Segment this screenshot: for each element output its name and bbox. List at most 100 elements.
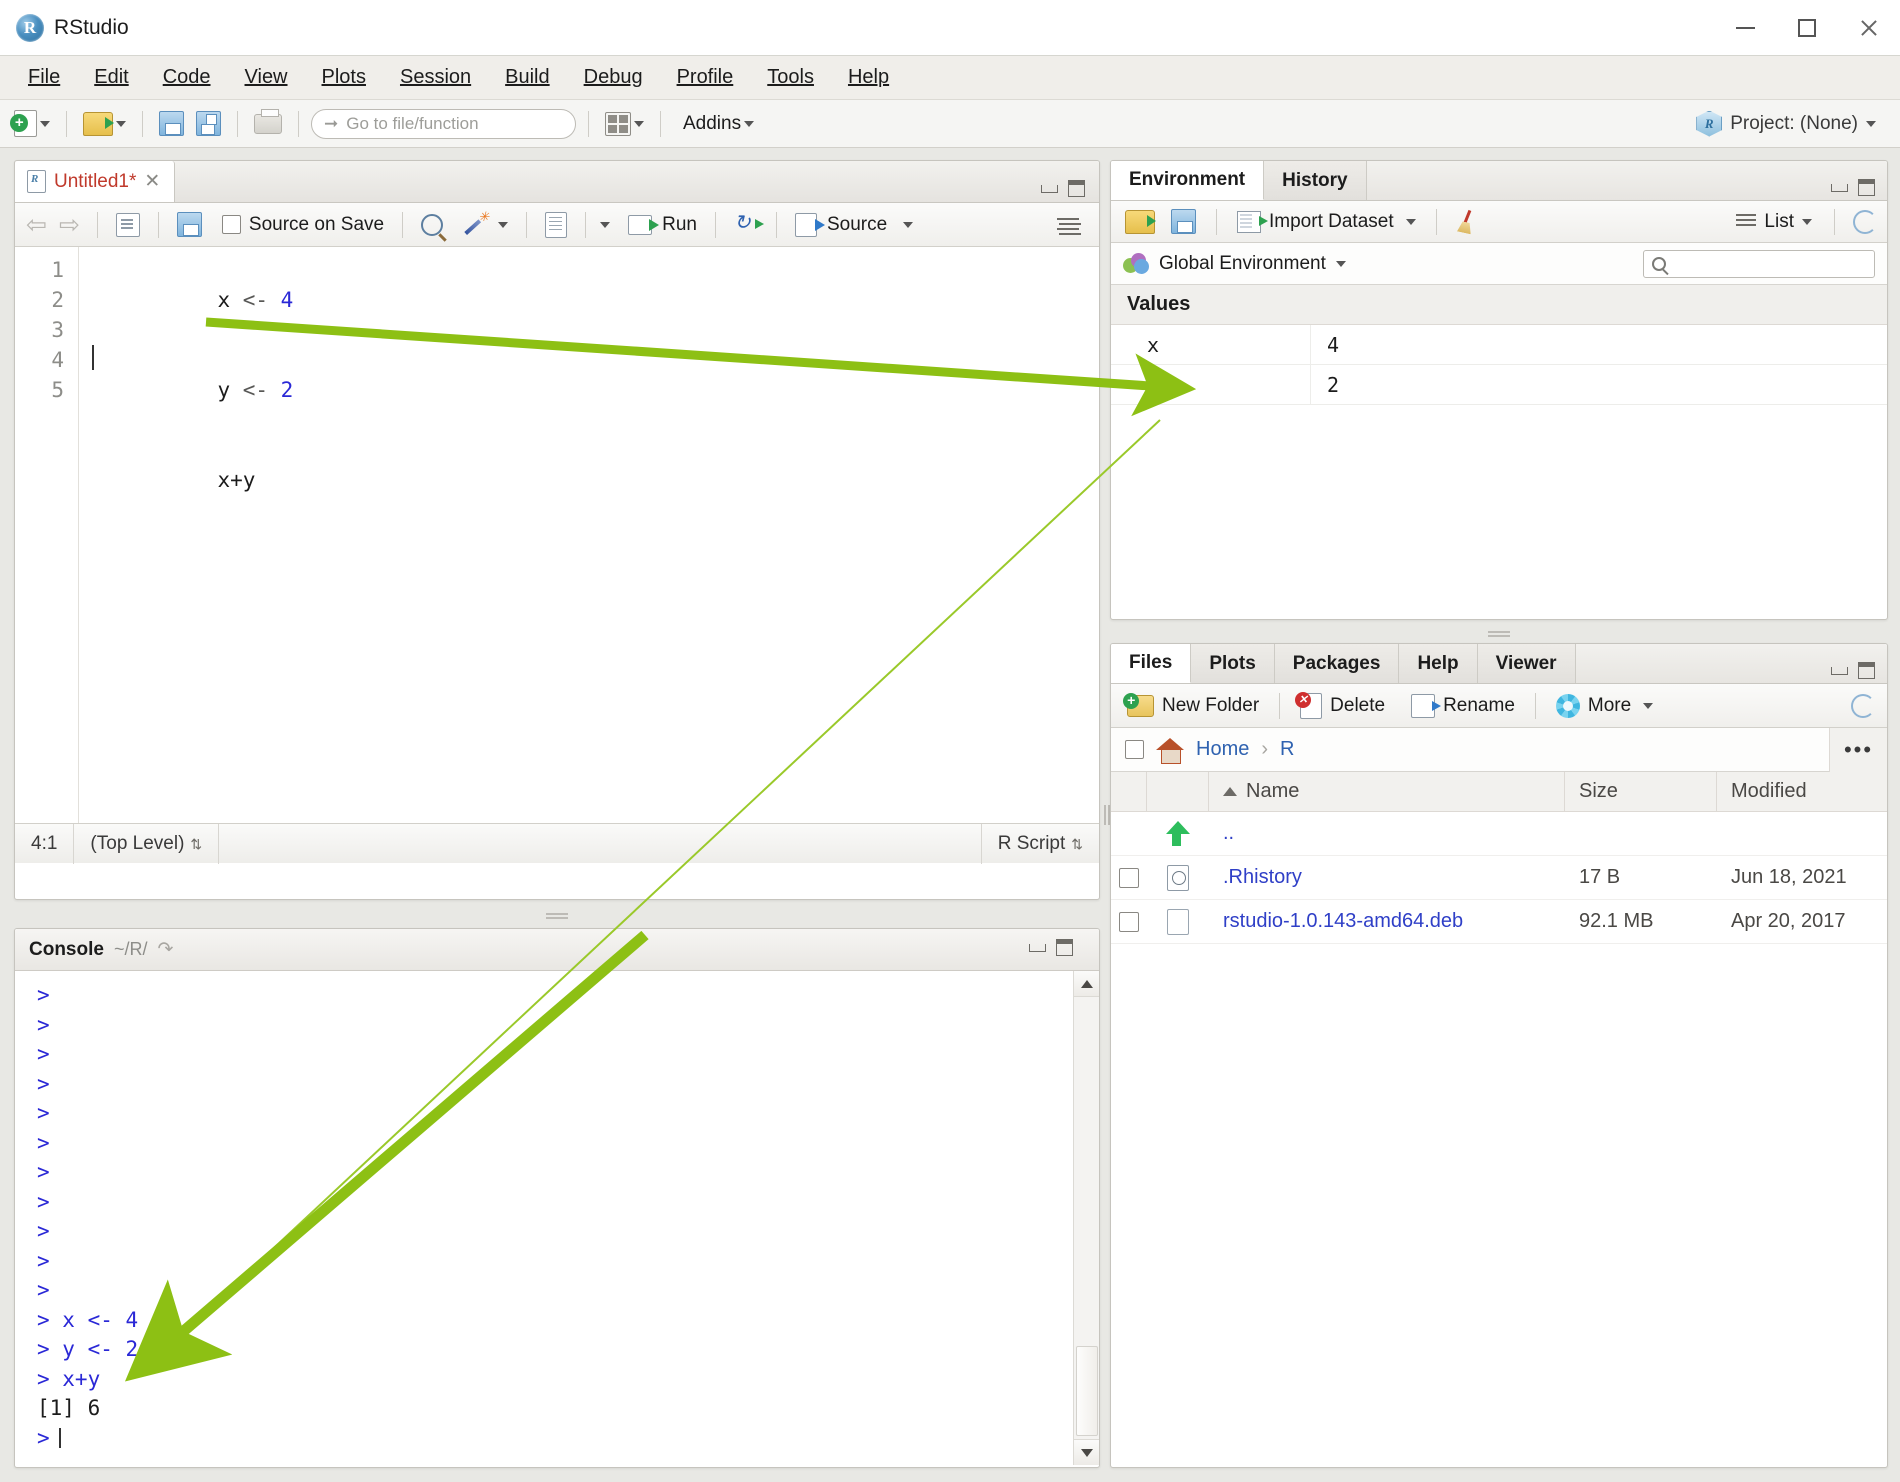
tab-environment[interactable]: Environment [1111,161,1265,200]
row-checkbox-cell[interactable] [1111,867,1147,888]
rename-button[interactable]: Rename [1407,692,1519,720]
new-file-button[interactable] [10,108,54,139]
minimize-pane-icon[interactable] [1831,666,1848,675]
home-icon[interactable] [1156,737,1184,764]
row-checkbox-cell[interactable] [1111,911,1147,932]
table-row[interactable]: .Rhistory 17 B Jun 18, 2021 [1111,856,1887,900]
tab-history[interactable]: History [1264,161,1367,200]
menu-view[interactable]: View [231,62,302,93]
tab-viewer[interactable]: Viewer [1477,644,1576,683]
tab-help[interactable]: Help [1399,644,1478,683]
editor-tab-untitled1[interactable]: Untitled1* ✕ [15,161,176,202]
menu-profile[interactable]: Profile [663,62,748,93]
find-replace-button[interactable] [417,212,447,238]
compile-report-button[interactable] [541,210,571,240]
menu-tools[interactable]: Tools [753,62,828,93]
tab-plots[interactable]: Plots [1191,644,1275,683]
run-button[interactable]: Run [624,212,701,238]
workspace-panes-button[interactable] [601,110,648,138]
load-workspace-button[interactable] [1121,208,1159,236]
document-outline-icon[interactable] [1057,216,1081,234]
forward-arrow-icon[interactable]: ⇨ [56,210,83,240]
save-button[interactable] [155,109,188,138]
more-button[interactable]: More [1552,692,1657,720]
row-checkbox[interactable] [1119,867,1139,888]
close-window-button[interactable] [1838,0,1900,56]
show-in-new-window-button[interactable] [112,211,144,239]
breadcrumb-item-r[interactable]: R [1280,738,1294,761]
maximize-window-button[interactable] [1776,0,1838,56]
menu-session[interactable]: Session [386,62,485,93]
editor-console-splitter[interactable] [14,904,1100,924]
project-selector[interactable]: R Project: (None) [1696,110,1890,137]
console-body[interactable]: > > > > > > > > > > > > x <- 4 > y <- 2 … [15,971,1099,1465]
table-row[interactable]: .. [1111,812,1887,856]
minimize-pane-icon[interactable] [1831,183,1848,192]
rerun-button[interactable] [730,210,764,238]
clear-workspace-button[interactable] [1453,208,1483,236]
editor-code-area[interactable]: x <- 4 y <- 2 x+y [79,247,1099,823]
save-all-button[interactable] [192,109,225,138]
editor-tab-label: Untitled1* [54,170,137,192]
scroll-up-button[interactable] [1074,971,1099,997]
source-button[interactable]: Source [791,211,917,239]
tab-files[interactable]: Files [1111,644,1192,683]
maximize-pane-icon[interactable] [1056,939,1073,956]
column-splitter[interactable] [1100,160,1110,1470]
maximize-pane-icon[interactable] [1068,180,1085,197]
maximize-pane-icon[interactable] [1858,179,1875,196]
files-col-name[interactable]: Name [1209,771,1565,812]
menu-build[interactable]: Build [491,62,563,93]
menu-file[interactable]: File [14,62,74,93]
open-file-button[interactable] [79,110,130,138]
new-folder-button[interactable]: New Folder [1123,692,1263,719]
tab-packages[interactable]: Packages [1274,644,1400,683]
editor-save-button[interactable] [173,210,206,239]
minimize-window-button[interactable] [1714,0,1776,56]
goto-file-function-input[interactable]: ➞ Go to file/function [311,108,576,139]
menu-edit[interactable]: Edit [80,62,142,93]
chevron-down-icon[interactable] [600,221,611,228]
menu-code[interactable]: Code [149,62,225,93]
console-scrollbar[interactable] [1073,971,1099,1465]
row-checkbox[interactable] [1119,911,1139,932]
menu-help[interactable]: Help [834,62,903,93]
breadcrumb-more-button[interactable]: ••• [1829,727,1887,772]
minimize-pane-icon[interactable] [1029,943,1046,952]
environment-value-row[interactable]: y 2 [1111,365,1887,405]
popout-console-icon[interactable]: ↷ [157,938,173,961]
file-type-selector[interactable]: R Script ⇅ [980,823,1099,864]
row-name[interactable]: .. [1209,822,1565,845]
row-name[interactable]: .Rhistory [1209,866,1565,889]
environment-scope-label[interactable]: Global Environment [1159,253,1326,275]
import-dataset-button[interactable]: Import Dataset [1233,209,1420,235]
select-all-checkbox[interactable] [1125,740,1144,759]
menu-debug[interactable]: Debug [570,62,657,93]
addins-button[interactable]: Addins [673,111,758,137]
minimize-pane-icon[interactable] [1041,184,1058,193]
scroll-down-button[interactable] [1074,1439,1099,1465]
scrollbar-thumb[interactable] [1076,1346,1098,1436]
files-col-size[interactable]: Size [1565,771,1717,812]
row-name[interactable]: rstudio-1.0.143-amd64.deb [1209,910,1565,933]
environment-value-row[interactable]: x 4 [1111,325,1887,365]
environment-files-splitter[interactable] [1110,623,1888,641]
close-tab-icon[interactable]: ✕ [144,170,160,193]
environment-search-input[interactable] [1643,249,1875,278]
delete-button[interactable]: Delete [1295,691,1389,721]
refresh-icon[interactable] [1853,209,1877,234]
scope-selector[interactable]: (Top Level) ⇅ [74,823,220,864]
back-arrow-icon[interactable]: ⇦ [23,210,50,240]
print-button[interactable] [250,108,286,136]
code-tools-button[interactable] [461,209,512,239]
maximize-pane-icon[interactable] [1858,662,1875,679]
files-col-modified[interactable]: Modified [1717,772,1887,812]
menu-plots[interactable]: Plots [308,62,380,93]
source-on-save-checkbox[interactable]: Source on Save [218,212,388,238]
table-row[interactable]: rstudio-1.0.143-amd64.deb 92.1 MB Apr 20… [1111,900,1887,944]
chevron-down-icon[interactable] [1335,260,1346,267]
view-mode-button[interactable]: List [1732,209,1816,235]
refresh-icon[interactable] [1851,693,1875,718]
save-workspace-button[interactable] [1167,207,1200,236]
breadcrumb-item-home[interactable]: Home [1196,738,1249,761]
